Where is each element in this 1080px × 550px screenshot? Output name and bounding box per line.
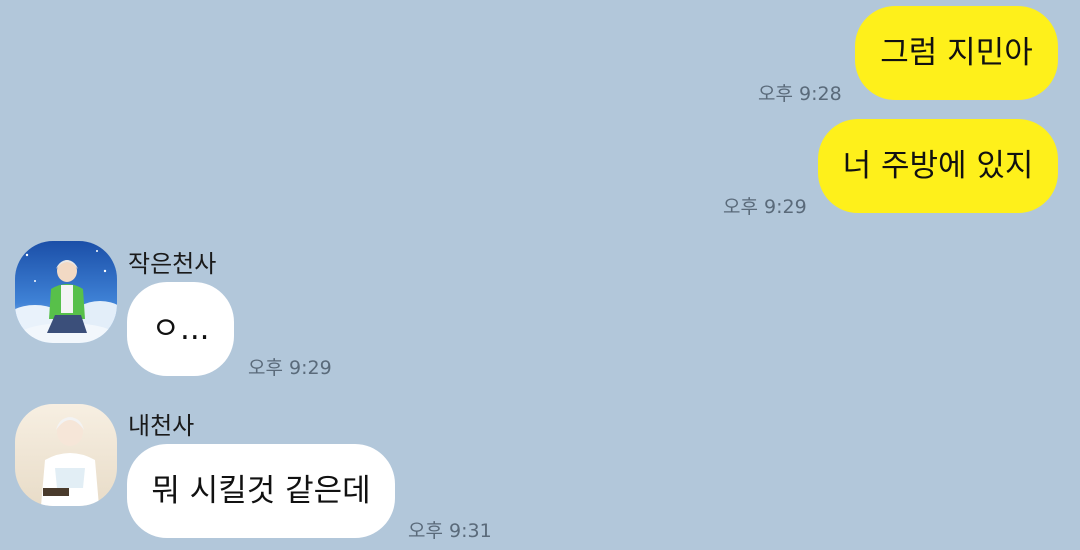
message-bubble[interactable]: 그럼 지민아 <box>855 6 1058 100</box>
message-time: 오후 9:31 <box>408 520 492 542</box>
profile-image <box>15 404 117 506</box>
message-text: 그럼 지민아 <box>880 34 1033 71</box>
message-time: 오후 9:29 <box>723 196 807 218</box>
chat-room: 오후 9:28 그럼 지민아 오후 9:29 너 주방에 있지 작은천사 ㅇ..… <box>0 0 1080 550</box>
avatar[interactable] <box>15 404 117 506</box>
message-time: 오후 9:29 <box>248 357 332 379</box>
profile-image <box>15 241 117 343</box>
message-bubble[interactable]: 뭐 시킬것 같은데 <box>127 444 395 538</box>
message-text: ㅇ... <box>151 310 210 347</box>
sender-name: 작은천사 <box>128 250 217 278</box>
message-text: 너 주방에 있지 <box>842 147 1034 184</box>
message-time: 오후 9:28 <box>758 83 842 105</box>
avatar[interactable] <box>15 241 117 343</box>
message-bubble[interactable]: ㅇ... <box>127 282 234 376</box>
message-text: 뭐 시킬것 같은데 <box>151 472 371 509</box>
message-bubble[interactable]: 너 주방에 있지 <box>818 119 1058 213</box>
sender-name: 내천사 <box>128 412 195 440</box>
